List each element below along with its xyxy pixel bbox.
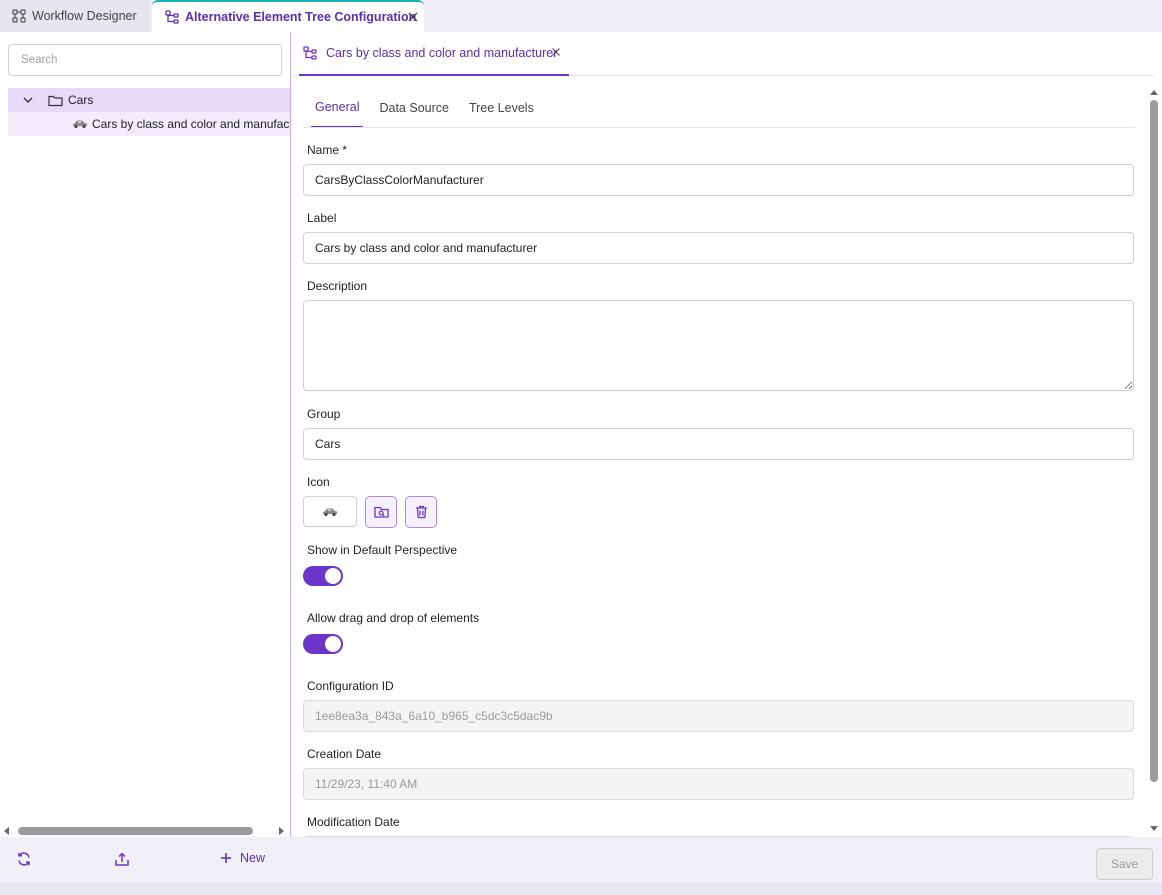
configuration-id-label: Configuration ID <box>307 679 394 693</box>
creation-date-field <box>303 768 1134 800</box>
scrollbar-thumb[interactable] <box>18 827 253 835</box>
description-field[interactable] <box>303 300 1134 391</box>
icon-preview <box>303 496 357 527</box>
description-label: Description <box>307 279 368 293</box>
editor-tab-label: Cars by class and color and manufacturer <box>326 46 558 60</box>
horizontal-scrollbar[interactable] <box>0 825 291 837</box>
tab-label: Alternative Element Tree Configuration <box>185 10 417 24</box>
car-icon <box>322 507 338 517</box>
toggle-knob <box>325 636 341 652</box>
left-footer: New <box>0 837 291 883</box>
scroll-down-icon[interactable] <box>1150 826 1158 831</box>
chevron-down-icon[interactable] <box>22 94 34 106</box>
tree-item-cars-folder[interactable]: Cars <box>8 88 290 112</box>
show-default-perspective-toggle[interactable] <box>303 566 343 586</box>
tab-data-source[interactable]: Data Source <box>375 88 452 128</box>
window-bottom-edge <box>0 883 1162 895</box>
tree-item-label: Cars <box>68 93 94 107</box>
creation-date-label: Creation Date <box>307 747 382 761</box>
label-label: Label <box>307 211 337 225</box>
toggle-knob <box>325 568 341 584</box>
configuration-id-field <box>303 700 1134 732</box>
import-button[interactable] <box>114 851 130 867</box>
scroll-left-icon[interactable] <box>4 827 9 835</box>
allow-drag-drop-toggle[interactable] <box>303 634 343 654</box>
folder-search-icon <box>373 505 389 519</box>
tree-item-label: Cars by class and color and manufacturer <box>92 117 290 131</box>
group-field[interactable] <box>303 428 1134 460</box>
delete-icon-button[interactable] <box>405 496 437 528</box>
general-form: Name * Label Description Group Icon <box>303 128 1135 837</box>
name-label: Name * <box>307 143 348 157</box>
new-button-label: New <box>240 851 266 865</box>
tab-label: Workflow Designer <box>32 9 137 23</box>
tab-alternative-element-tree-configuration[interactable]: Alternative Element Tree Configuration <box>152 0 424 32</box>
scroll-right-icon[interactable] <box>279 827 284 835</box>
tab-tree-levels[interactable]: Tree Levels <box>465 88 538 128</box>
show-default-perspective-label: Show in Default Perspective <box>307 543 458 557</box>
car-icon <box>72 119 88 129</box>
refresh-button[interactable] <box>16 851 32 867</box>
browse-icon-button[interactable] <box>365 496 397 528</box>
tab-workflow-designer[interactable]: Workflow Designer <box>0 0 150 32</box>
close-icon[interactable] <box>551 47 561 57</box>
tree-config-icon <box>303 46 317 60</box>
modification-date-label: Modification Date <box>307 815 400 829</box>
save-button[interactable]: Save <box>1096 848 1153 880</box>
vertical-scrollbar[interactable] <box>1148 88 1160 834</box>
tree-config-icon <box>165 10 179 24</box>
folder-icon <box>48 94 63 107</box>
group-label: Group <box>307 407 341 421</box>
close-icon[interactable] <box>407 11 419 23</box>
trash-icon <box>415 505 428 519</box>
scrollbar-thumb[interactable] <box>1150 100 1158 782</box>
editor-tab[interactable]: Cars by class and color and manufacturer <box>299 32 569 76</box>
left-panel: Cars Cars by class and color and manufac… <box>0 32 291 883</box>
name-field[interactable] <box>303 164 1134 196</box>
tree-item-cars-by-class[interactable]: Cars by class and color and manufacturer <box>8 112 290 136</box>
label-field[interactable] <box>303 232 1134 264</box>
new-button[interactable]: New <box>220 851 265 865</box>
top-tab-bar: Workflow Designer Alternative Element Tr… <box>0 0 1162 32</box>
allow-drag-drop-label: Allow drag and drop of elements <box>307 611 480 625</box>
editor-footer: Save <box>292 837 1162 883</box>
scroll-up-icon[interactable] <box>1150 90 1158 95</box>
icon-label: Icon <box>307 475 330 489</box>
tab-general[interactable]: General <box>311 88 364 128</box>
search-input[interactable] <box>8 44 282 76</box>
subtab-bar: General Data Source Tree Levels <box>311 88 550 128</box>
editor-panel: Cars by class and color and manufacturer… <box>292 32 1162 883</box>
workflow-icon <box>12 9 26 23</box>
